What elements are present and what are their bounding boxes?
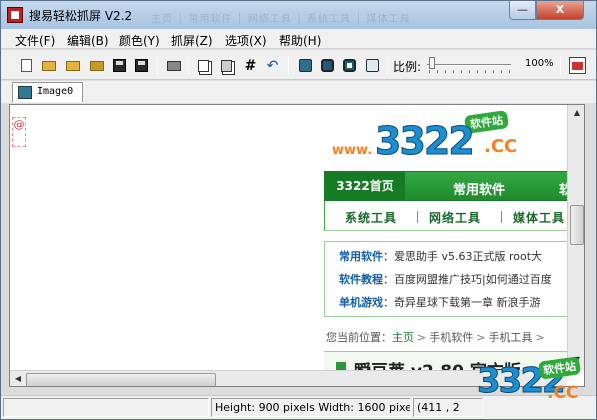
news-category: 常用软件 xyxy=(339,250,383,263)
close-button[interactable]: X xyxy=(536,1,584,20)
app-icon xyxy=(7,7,23,23)
news-separator: ： xyxy=(383,273,394,286)
menu-options[interactable]: 选项(X) xyxy=(225,32,267,49)
watermark-ribbon: 软件站 xyxy=(537,356,582,380)
news-row: 常用软件：爱思助手 v5.63正式版 root大 xyxy=(339,248,542,264)
site-sub-nav: 系统工具 网络工具 媒体工具 xyxy=(324,201,574,231)
breadcrumb-prefix: 您当前位置： xyxy=(326,331,392,344)
frame-tab-icon[interactable] xyxy=(365,58,380,73)
site-subnav-item: 媒体工具 xyxy=(513,211,566,225)
news-text: 百度网盟推广技巧|如何通过百度 xyxy=(394,273,552,286)
news-category: 软件教程 xyxy=(339,273,383,286)
site-breadcrumb: 您当前位置：主页 > 手机软件 > 手机工具 > xyxy=(326,329,548,345)
site-nav-home: 3322首页 xyxy=(325,172,405,200)
breadcrumb-item: 主页 xyxy=(392,331,414,344)
toolbar-separator xyxy=(157,56,158,75)
menu-capture[interactable]: 抓屏(Z) xyxy=(171,32,213,49)
breadcrumb-separator: > xyxy=(535,331,545,344)
toolbar-separator xyxy=(387,56,388,75)
toolbar-separator xyxy=(288,56,289,75)
news-text: 爱思助手 v5.63正式版 root大 xyxy=(394,250,543,263)
tab-image0[interactable]: Image0 xyxy=(12,82,83,102)
scroll-left-icon[interactable]: ◀ xyxy=(12,374,24,386)
ratio-label: 比例: xyxy=(393,60,422,74)
zoom-slider[interactable] xyxy=(427,64,511,66)
title-bar[interactable]: 搜易轻松抓屏 V2.2 主页 │ 常用软件 │ 网络工具 │ 系统工具 │ 媒体… xyxy=(1,1,596,29)
site-watermark: 3322 软件站 .CC xyxy=(477,353,595,417)
site-subnav-item: 网络工具 xyxy=(429,211,482,225)
open-icon[interactable] xyxy=(41,58,56,73)
news-text: 奇异星球下载第一章 新浪手游 xyxy=(394,296,541,309)
browse-folder-icon[interactable] xyxy=(89,58,104,73)
print-icon[interactable] xyxy=(166,58,181,73)
site-logo-number: 3322 xyxy=(375,119,476,164)
vertical-scrollbar[interactable]: ▲ ▼ xyxy=(567,105,584,370)
site-subnav-divider xyxy=(501,211,502,223)
menu-edit[interactable]: 编辑(B) xyxy=(67,32,109,49)
site-nav-item: 常用软件 xyxy=(453,183,506,198)
image-icon xyxy=(18,86,32,99)
menu-help[interactable]: 帮助(H) xyxy=(279,32,321,49)
news-row: 单机游戏：奇异星球下载第一章 新浪手游 xyxy=(339,294,541,310)
breadcrumb-separator: > xyxy=(476,331,486,344)
site-main-nav: 3322首页 常用软件 软 xyxy=(324,171,574,201)
status-coordinates: (411 , 2 xyxy=(413,398,483,417)
news-category: 单机游戏 xyxy=(339,296,383,309)
status-cell-empty xyxy=(3,398,209,417)
new-icon[interactable] xyxy=(19,58,34,73)
undo-icon[interactable]: ↶ xyxy=(265,58,280,74)
site-logo-www: www. xyxy=(332,143,373,158)
frame-double-icon[interactable] xyxy=(342,58,357,73)
breadcrumb-item: 手机软件 xyxy=(429,331,474,344)
crop-icon[interactable]: # xyxy=(243,58,258,74)
news-row: 软件教程：百度网盟推广技巧|如何通过百度 xyxy=(339,271,552,287)
image-canvas[interactable]: @ 软件站 www. 3322 .CC 3322首页 常用软件 软 系统工具 网… xyxy=(9,104,585,387)
background-ghost-text: 主页 │ 常用软件 │ 网络工具 │ 系统工具 │ 媒体工具 xyxy=(151,14,411,25)
zoom-value: 100% xyxy=(525,58,554,69)
zoom-slider-thumb[interactable] xyxy=(429,57,435,69)
window-title: 搜易轻松抓屏 V2.2 xyxy=(29,9,133,23)
news-separator: ： xyxy=(383,250,394,263)
news-separator: ： xyxy=(383,296,394,309)
save-icon[interactable] xyxy=(112,58,127,73)
toolbar-separator xyxy=(560,56,561,75)
app-window: 搜易轻松抓屏 V2.2 主页 │ 常用软件 │ 网络工具 │ 系统工具 │ 媒体… xyxy=(0,0,597,420)
vertical-scroll-thumb[interactable] xyxy=(570,205,584,245)
toolbar: # ↶ 比例: 100% xyxy=(1,50,596,80)
minimize-button[interactable]: — xyxy=(509,1,536,20)
document-tabs: Image0 xyxy=(1,81,596,103)
status-image-size: Height: 900 pixels Width: 1600 pixels xyxy=(211,398,411,417)
frame-rounded-icon[interactable] xyxy=(320,58,335,73)
scroll-up-icon[interactable]: ▲ xyxy=(571,108,583,120)
paste-icon[interactable] xyxy=(219,58,234,73)
open-folder-icon[interactable] xyxy=(65,58,80,73)
exit-icon[interactable] xyxy=(569,57,586,74)
menu-color[interactable]: 颜色(Y) xyxy=(119,32,160,49)
menu-bar: 文件(F) 编辑(B) 颜色(Y) 抓屏(Z) 选项(X) 帮助(H) xyxy=(1,29,596,49)
menu-file[interactable]: 文件(F) xyxy=(15,32,55,49)
horizontal-scroll-thumb[interactable] xyxy=(26,373,216,386)
tab-label: Image0 xyxy=(37,86,74,97)
copy-icon[interactable] xyxy=(196,58,211,73)
breadcrumb-item: 手机工具 xyxy=(488,331,533,344)
zoom-slider-ticks xyxy=(429,70,511,73)
site-subnav-divider xyxy=(417,211,418,223)
breadcrumb-separator: > xyxy=(417,331,427,344)
watermark-cc: .CC xyxy=(547,383,579,403)
capture-edge-marker: @ xyxy=(12,117,26,147)
toolbar-separator xyxy=(188,56,189,75)
site-news-box: 常用软件：爱思助手 v5.63正式版 root大 软件教程：百度网盟推广技巧|如… xyxy=(324,241,574,317)
frame-square-icon[interactable] xyxy=(298,58,313,73)
save-all-icon[interactable] xyxy=(134,58,149,73)
site-logo-cc: .CC xyxy=(484,136,518,157)
site-subnav-item: 系统工具 xyxy=(345,211,398,225)
